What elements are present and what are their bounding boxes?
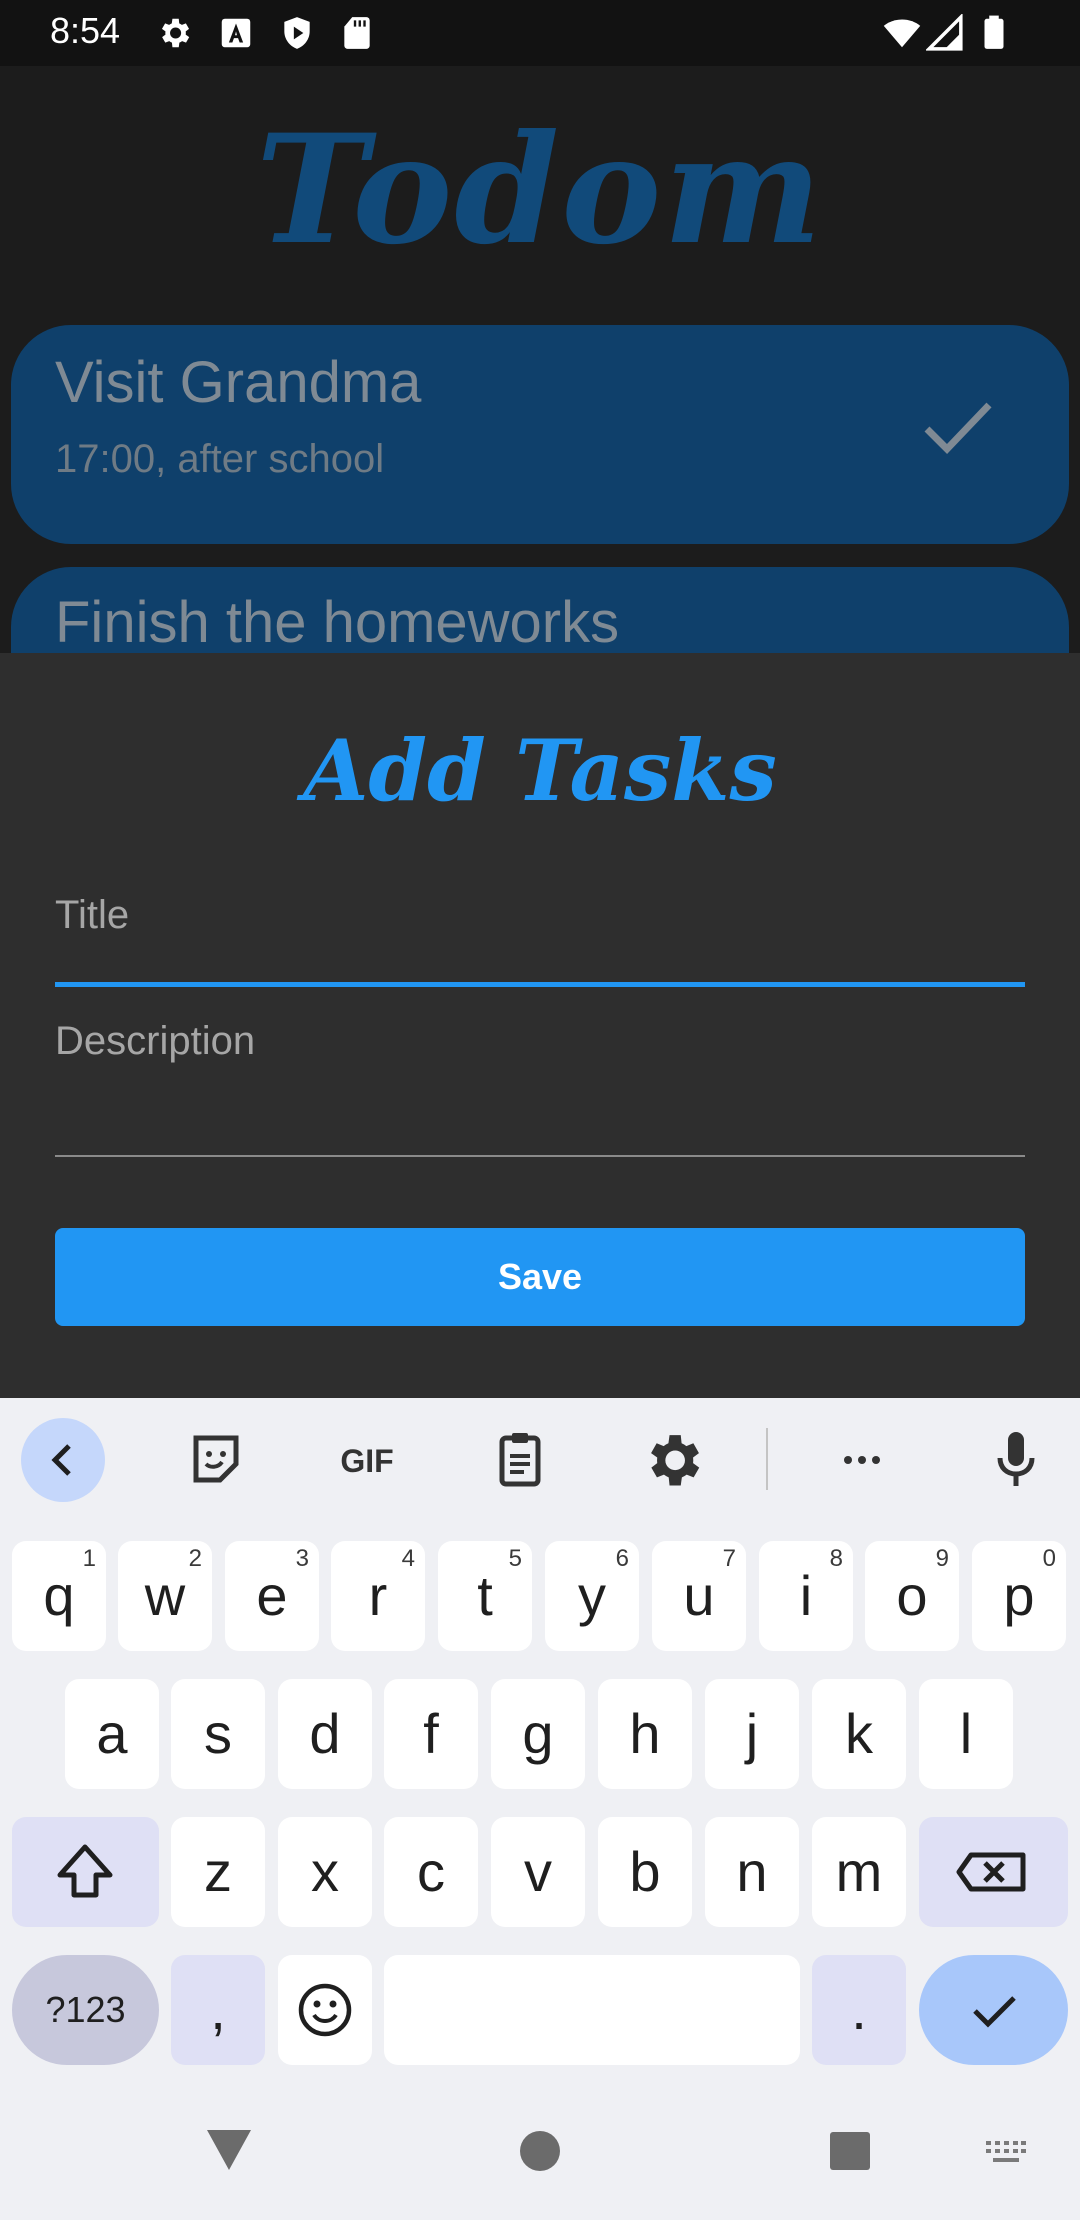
svg-text:GIF: GIF	[340, 1443, 393, 1479]
task-card[interactable]: Finish the homeworks	[11, 567, 1069, 653]
gif-icon[interactable]: GIF	[322, 1418, 412, 1502]
signal-icon	[926, 14, 963, 51]
key-label: w	[144, 1564, 186, 1627]
keyboard-settings-icon[interactable]	[630, 1418, 714, 1502]
key-label: p	[1003, 1564, 1035, 1627]
key-h[interactable]: h	[598, 1679, 692, 1789]
home-nav-icon[interactable]	[519, 2130, 561, 2172]
add-task-sheet: Add Tasks Title Description Save	[0, 653, 1080, 1398]
key-n[interactable]: n	[705, 1817, 799, 1927]
task-card[interactable]: Visit Grandma 17:00, after school	[11, 325, 1069, 544]
key-x[interactable]: x	[278, 1817, 372, 1927]
key-f[interactable]: f	[384, 1679, 478, 1789]
task-title: Finish the homeworks	[55, 590, 620, 653]
battery-icon	[984, 15, 1004, 49]
key-q[interactable]: q1	[12, 1541, 106, 1651]
sd-card-icon	[344, 17, 370, 49]
key-p[interactable]: p0	[972, 1541, 1066, 1651]
key-c[interactable]: c	[384, 1817, 478, 1927]
key-hint: 3	[295, 1545, 309, 1572]
key-label: q	[43, 1564, 75, 1627]
space-key[interactable]	[384, 1955, 800, 2065]
task-description: 17:00, after school	[55, 437, 385, 481]
wifi-icon	[883, 19, 921, 48]
key-t[interactable]: t5	[438, 1541, 532, 1651]
key-label: y	[578, 1564, 606, 1627]
key-hint: 2	[188, 1545, 202, 1572]
status-bar: 8:54	[0, 0, 1080, 66]
comma-key[interactable]: ,	[171, 1955, 265, 2065]
description-field-label[interactable]: Description	[55, 1019, 255, 1064]
key-hint: 4	[401, 1545, 415, 1572]
status-time: 8:54	[50, 10, 121, 51]
key-a[interactable]: a	[65, 1679, 159, 1789]
key-z[interactable]: z	[171, 1817, 265, 1927]
navigation-bar	[0, 2088, 1080, 2220]
key-j[interactable]: j	[705, 1679, 799, 1789]
key-label: i	[799, 1564, 813, 1627]
key-l[interactable]: l	[919, 1679, 1013, 1789]
sticker-icon[interactable]	[174, 1418, 258, 1502]
key-hint: 7	[722, 1545, 736, 1572]
emoji-key[interactable]	[278, 1955, 372, 2065]
font-icon	[221, 18, 251, 48]
key-g[interactable]: g	[491, 1679, 585, 1789]
key-w[interactable]: w2	[118, 1541, 212, 1651]
key-hint: 1	[82, 1545, 96, 1572]
task-title: Visit Grandma	[55, 350, 422, 415]
task-list-screen: Todom Visit Grandma 17:00, after school …	[0, 66, 1080, 653]
key-hint: 8	[829, 1545, 843, 1572]
period-key[interactable]: .	[812, 1955, 906, 2065]
title-field-label[interactable]: Title	[55, 893, 129, 938]
shift-icon	[57, 1844, 113, 1898]
backspace-key[interactable]	[919, 1817, 1068, 1927]
key-hint: 6	[615, 1545, 629, 1572]
description-field-underline[interactable]	[55, 1155, 1025, 1157]
key-hint: 5	[508, 1545, 522, 1572]
key-b[interactable]: b	[598, 1817, 692, 1927]
keyboard-switch-icon[interactable]	[985, 2138, 1027, 2168]
toolbar-divider	[766, 1428, 768, 1490]
microphone-icon[interactable]	[974, 1418, 1058, 1502]
key-label: t	[477, 1564, 493, 1627]
key-label: o	[896, 1564, 928, 1627]
key-i[interactable]: i8	[759, 1541, 853, 1651]
settings-icon	[161, 18, 190, 48]
key-r[interactable]: r4	[331, 1541, 425, 1651]
title-field-underline[interactable]	[55, 982, 1025, 987]
check-icon[interactable]	[923, 399, 993, 455]
back-nav-icon[interactable]	[205, 2128, 253, 2172]
backspace-icon	[956, 1852, 1026, 1892]
key-v[interactable]: v	[491, 1817, 585, 1927]
key-label: r	[368, 1564, 388, 1627]
key-label: e	[256, 1564, 288, 1627]
key-e[interactable]: e3	[225, 1541, 319, 1651]
more-icon[interactable]	[820, 1418, 904, 1502]
symbols-key[interactable]: ?123	[12, 1955, 159, 2065]
app-title: Todom	[255, 102, 825, 278]
sheet-title: Add Tasks	[303, 721, 777, 820]
key-d[interactable]: d	[278, 1679, 372, 1789]
key-hint: 9	[935, 1545, 949, 1572]
key-o[interactable]: o9	[865, 1541, 959, 1651]
key-s[interactable]: s	[171, 1679, 265, 1789]
shift-key[interactable]	[12, 1817, 159, 1927]
key-u[interactable]: u7	[652, 1541, 746, 1651]
clipboard-icon[interactable]	[478, 1418, 562, 1502]
key-y[interactable]: y6	[545, 1541, 639, 1651]
key-k[interactable]: k	[812, 1679, 906, 1789]
shield-icon	[284, 17, 310, 49]
key-label: u	[683, 1564, 715, 1627]
keyboard-back-button[interactable]	[21, 1418, 105, 1502]
save-button[interactable]: Save	[55, 1228, 1025, 1326]
soft-keyboard: GIF q1 w2 e3 r4 t5 y6 u7 i8 o9 p0 a s d …	[0, 1398, 1080, 2088]
enter-key[interactable]	[919, 1955, 1068, 2065]
check-icon	[973, 1996, 1016, 2028]
recents-nav-icon[interactable]	[829, 2131, 871, 2171]
key-hint: 0	[1042, 1545, 1056, 1572]
emoji-icon	[298, 1983, 352, 2037]
chevron-left-icon	[51, 1444, 71, 1476]
key-m[interactable]: m	[812, 1817, 906, 1927]
